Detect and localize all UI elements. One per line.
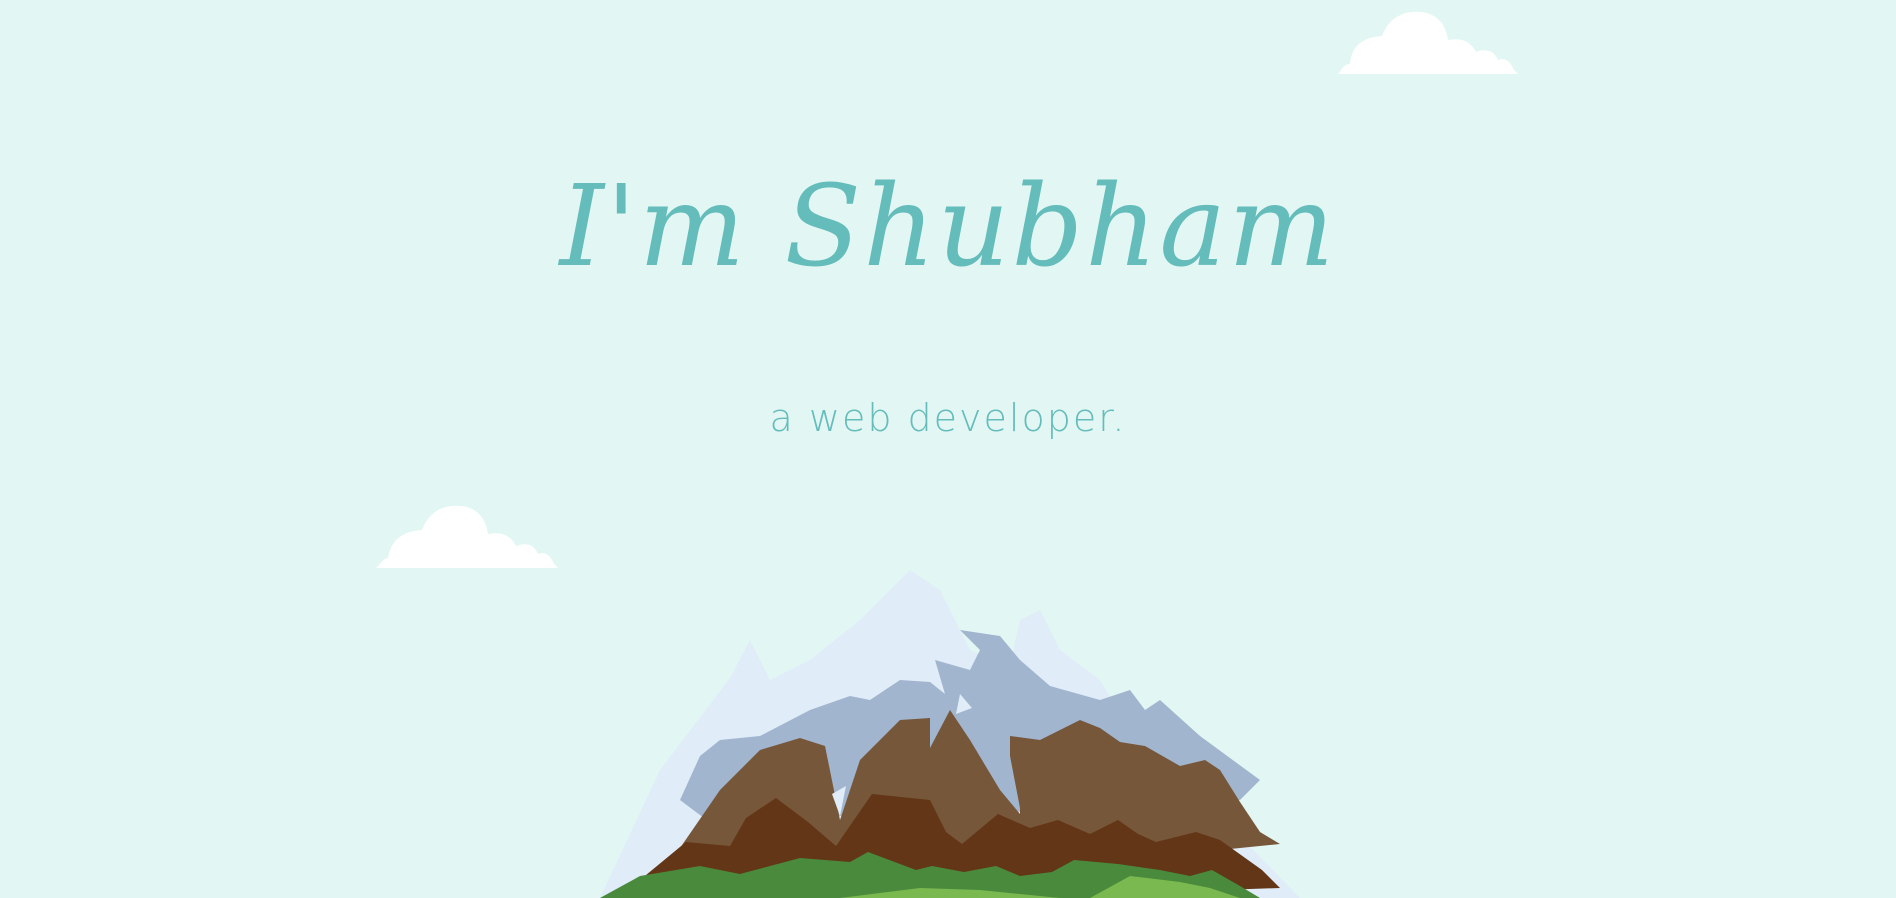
page-title: I'm Shubham xyxy=(559,162,1337,292)
cloud-icon xyxy=(376,505,558,568)
cloud-icon xyxy=(1338,11,1518,74)
mountain-illustration xyxy=(600,570,1300,898)
page-subtitle: a web developer. xyxy=(769,396,1127,440)
hero-section: I'm Shubham a web developer. xyxy=(0,0,1896,898)
